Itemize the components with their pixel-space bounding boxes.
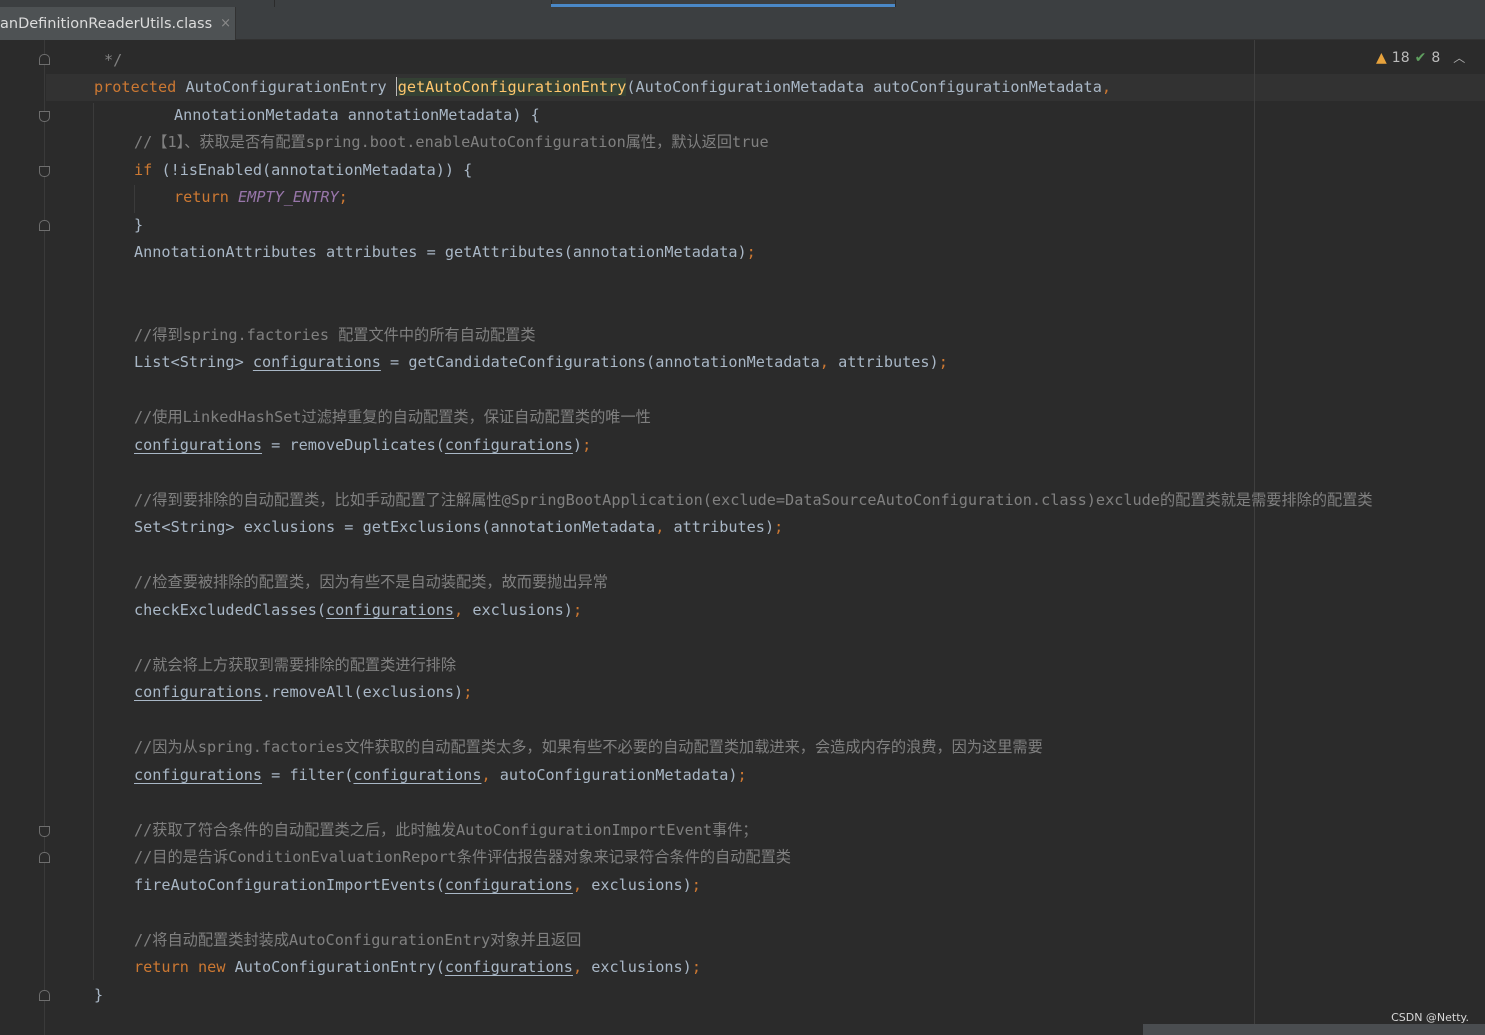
fold-marker-icon[interactable] [39,166,50,177]
code-line: Set<String> exclusions = getExclusions(a… [134,518,784,536]
text-caret [395,77,397,96]
fold-marker-icon[interactable] [39,826,50,837]
watermark: CSDN @Netty. [1391,1011,1469,1024]
warning-count: 18 [1391,49,1410,66]
editor-tab-bar: anDefinitionReaderUtils.class × [0,0,1485,40]
code-line: configurations = removeDuplicates(config… [134,436,592,454]
code-line: //目的是告诉ConditionEvaluationReport条件评估报告器对… [134,848,791,866]
tab-label: anDefinitionReaderUtils.class [0,15,213,32]
indent-guide [93,103,94,980]
gutter-divider [44,40,45,1035]
code-line: AnnotationMetadata annotationMetadata) { [174,106,540,124]
indent-guide [134,185,135,213]
code-line: } [94,986,104,1004]
close-icon[interactable]: × [220,16,231,31]
code-line: fireAutoConfigurationImportEvents(config… [134,876,701,894]
code-line: AnnotationAttributes attributes = getAtt… [134,243,756,261]
fold-marker-icon[interactable] [39,220,50,231]
fold-marker-icon[interactable] [39,111,50,122]
code-line: } [134,216,144,234]
chevron-up-icon[interactable]: ︿ [1453,49,1465,66]
fold-marker-icon[interactable] [39,54,50,65]
code-line: //得到要排除的自动配置类，比如手动配置了注解属性@SpringBootAppl… [134,491,1373,509]
code-line: protected AutoConfigurationEntry getAuto… [94,77,1112,96]
code-line: configurations = filter(configurations, … [134,766,747,784]
code-line: if (!isEnabled(annotationMetadata)) { [134,161,473,179]
tab-separator [274,0,275,7]
inspection-indicators[interactable]: ▲ 18 ✔ 8 ︿ [1376,49,1465,66]
code-line: //检查要被排除的配置类，因为有些不是自动装配类，故而要抛出异常 [134,573,608,591]
check-icon: ✔ [1414,49,1427,66]
fold-marker-icon[interactable] [39,852,50,863]
code-line: //使用LinkedHashSet过滤掉重复的自动配置类，保证自动配置类的唯一性 [134,408,651,426]
method-name-highlight[interactable]: getAutoConfigurationEntry [397,78,627,96]
code-line: //【1】、获取是否有配置spring.boot.enableAutoConfi… [134,133,769,151]
code-line: */ [104,51,123,69]
code-line: //将自动配置类封装成AutoConfigurationEntry对象并且返回 [134,931,582,949]
code-line: List<String> configurations = getCandida… [134,353,948,371]
tab-bean-definition-reader-utils[interactable]: anDefinitionReaderUtils.class × [0,7,236,40]
active-tab-indicator [551,4,895,7]
code-line: configurations.removeAll(exclusions); [134,683,473,701]
code-line: //得到spring.factories 配置文件中的所有自动配置类 [134,326,536,344]
right-margin-guide [1254,40,1255,1035]
fold-marker-icon[interactable] [39,990,50,1001]
warning-icon: ▲ [1376,49,1387,66]
code-line: return new AutoConfigurationEntry(config… [134,958,701,976]
horizontal-scrollbar[interactable] [1143,1024,1485,1035]
tab-separator [895,0,896,7]
code-line: return EMPTY_ENTRY; [174,188,348,206]
check-count: 8 [1431,49,1441,66]
code-line: checkExcludedClasses(configurations, exc… [134,601,583,619]
code-line: //因为从spring.factories文件获取的自动配置类太多，如果有些不必… [134,738,1043,756]
code-line: //获取了符合条件的自动配置类之后，此时触发AutoConfigurationI… [134,821,758,839]
code-line: //就会将上方获取到需要排除的配置类进行排除 [134,656,457,674]
